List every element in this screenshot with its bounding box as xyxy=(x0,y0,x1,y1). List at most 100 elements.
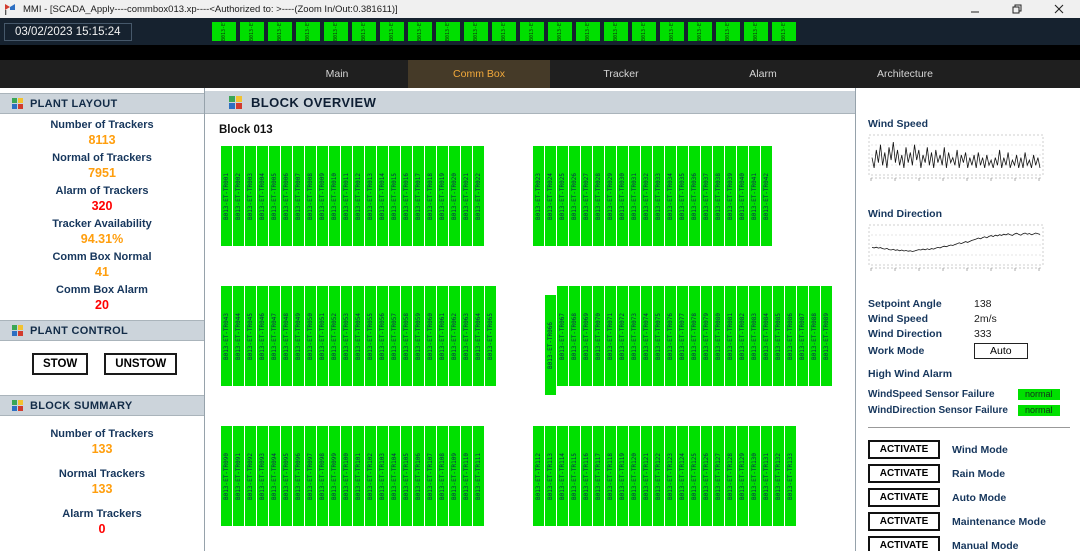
tracker-bar[interactable]: B013-ET-TR064 xyxy=(473,286,484,386)
tracker-bar[interactable]: B013-ET-TR122 xyxy=(653,426,664,526)
tracker-bar[interactable]: B013-ET-TR079 xyxy=(701,286,712,386)
tracker-bar[interactable]: B013-ET-TR025 xyxy=(557,146,568,246)
tracker-bar[interactable]: B013-ET-TR126 xyxy=(701,426,712,526)
tracker-bar[interactable]: B013-ET-TR090 xyxy=(221,426,232,526)
tracker-bar[interactable]: B013-ET-TR072 xyxy=(617,286,628,386)
tracker-bar[interactable]: B013-ET-TR132 xyxy=(773,426,784,526)
tracker-bar[interactable]: B013-ET-TR017 xyxy=(413,146,424,246)
nav-tab[interactable]: Alarm xyxy=(692,60,834,88)
tracker-bar[interactable]: B013-ET-TR076 xyxy=(665,286,676,386)
tracker-bar[interactable]: B013-ET-TR056 xyxy=(377,286,388,386)
tracker-bar[interactable]: B013-ET-TR055 xyxy=(365,286,376,386)
plant-control-button[interactable]: STOW xyxy=(32,353,88,375)
tracker-bar[interactable]: B013-ET-TR097 xyxy=(305,426,316,526)
tracker-bar[interactable]: B013-ET-TR075 xyxy=(653,286,664,386)
tracker-bar[interactable]: B013-ET-TR028 xyxy=(593,146,604,246)
nav-tab[interactable]: Tracker xyxy=(550,60,692,88)
tracker-bar[interactable]: B013-ET-TR114 xyxy=(557,426,568,526)
tracker-bar[interactable]: B013-ET-TR123 xyxy=(665,426,676,526)
tracker-bar[interactable]: B013-ET-TR013 xyxy=(365,146,376,246)
maximize-button[interactable] xyxy=(996,0,1038,18)
tracker-bar[interactable]: B013-ET-TR106 xyxy=(413,426,424,526)
tracker-bar[interactable]: B013-ET-TR019 xyxy=(437,146,448,246)
tracker-bar[interactable]: B013-ET-TR095 xyxy=(281,426,292,526)
tracker-bar[interactable]: B013-ET-TR061 xyxy=(437,286,448,386)
tracker-bar[interactable]: B013-ET-TR074 xyxy=(641,286,652,386)
minimize-button[interactable] xyxy=(954,0,996,18)
tracker-bar[interactable]: B013-ET-TR111 xyxy=(473,426,484,526)
tracker-bar[interactable]: B013-ET-TR022 xyxy=(473,146,484,246)
tracker-bar[interactable]: B013-ET-TR012 xyxy=(353,146,364,246)
tracker-bar[interactable]: B013-ET-TR093 xyxy=(257,426,268,526)
nav-tab[interactable]: Comm Box xyxy=(408,60,550,88)
tracker-bar[interactable]: B013-ET-TR063 xyxy=(461,286,472,386)
tracker-bar[interactable]: B013-ET-TR071 xyxy=(605,286,616,386)
tracker-bar[interactable]: B013-ET-TR125 xyxy=(689,426,700,526)
activate-button[interactable]: ACTIVATE xyxy=(868,512,940,531)
tracker-bar[interactable]: B013-ET-TR092 xyxy=(245,426,256,526)
activate-button[interactable]: ACTIVATE xyxy=(868,488,940,507)
tracker-bar[interactable]: B013-ET-TR045 xyxy=(245,286,256,386)
tracker-bar[interactable]: B013-ET-TR030 xyxy=(617,146,628,246)
activate-button[interactable]: ACTIVATE xyxy=(868,536,940,551)
tracker-bar[interactable]: B013-ET-TR105 xyxy=(401,426,412,526)
nav-tab[interactable]: Main xyxy=(266,60,408,88)
tracker-bar[interactable]: B013-ET-TR103 xyxy=(377,426,388,526)
tracker-bar[interactable]: B013-ET-TR115 xyxy=(569,426,580,526)
tracker-bar[interactable]: B013-ET-TR098 xyxy=(317,426,328,526)
tracker-bar[interactable]: B013-ET-TR049 xyxy=(293,286,304,386)
tracker-bar[interactable]: B013-ET-TR009 xyxy=(317,146,328,246)
tracker-bar[interactable]: B013-ET-TR031 xyxy=(629,146,640,246)
tracker-bar[interactable]: B013-ET-TR039 xyxy=(725,146,736,246)
tracker-bar[interactable]: B013-ET-TR083 xyxy=(749,286,760,386)
tracker-bar[interactable]: B013-ET-TR087 xyxy=(797,286,808,386)
tracker-bar[interactable]: B013-ET-TR121 xyxy=(641,426,652,526)
tracker-bar[interactable]: B013-ET-TR107 xyxy=(425,426,436,526)
tracker-bar[interactable]: B013-ET-TR128 xyxy=(725,426,736,526)
tracker-bar[interactable]: B013-ET-TR102 xyxy=(365,426,376,526)
tracker-bar[interactable]: B013-ET-TR082 xyxy=(737,286,748,386)
tracker-bar[interactable]: B013-ET-TR099 xyxy=(329,426,340,526)
tracker-bar[interactable]: B013-ET-TR057 xyxy=(389,286,400,386)
tracker-bar[interactable]: B013-ET-TR010 xyxy=(329,146,340,246)
tracker-bar[interactable]: B013-ET-TR016 xyxy=(401,146,412,246)
tracker-bar[interactable]: B013-ET-TR007 xyxy=(293,146,304,246)
tracker-bar[interactable]: B013-ET-TR033 xyxy=(653,146,664,246)
tracker-bar[interactable]: B013-ET-TR066 xyxy=(545,295,556,395)
tracker-bar[interactable]: B013-ET-TR118 xyxy=(605,426,616,526)
tracker-bar[interactable]: B013-ET-TR053 xyxy=(341,286,352,386)
tracker-bar[interactable]: B013-ET-TR117 xyxy=(593,426,604,526)
tracker-bar[interactable]: B013-ET-TR096 xyxy=(293,426,304,526)
tracker-bar[interactable]: B013-ET-TR035 xyxy=(677,146,688,246)
tracker-bar[interactable]: B013-ET-TR018 xyxy=(425,146,436,246)
tracker-bar[interactable]: B013-ET-TR080 xyxy=(713,286,724,386)
tracker-bar[interactable]: B013-ET-TR088 xyxy=(809,286,820,386)
tracker-bar[interactable]: B013-ET-TR032 xyxy=(641,146,652,246)
tracker-bar[interactable]: B013-ET-TR011 xyxy=(341,146,352,246)
tracker-bar[interactable]: B013-ET-TR021 xyxy=(461,146,472,246)
nav-tab[interactable]: Architecture xyxy=(834,60,976,88)
activate-button[interactable]: ACTIVATE xyxy=(868,440,940,459)
tracker-bar[interactable]: B013-ET-TR108 xyxy=(437,426,448,526)
tracker-bar[interactable]: B013-ET-TR059 xyxy=(413,286,424,386)
tracker-bar[interactable]: B013-ET-TR085 xyxy=(773,286,784,386)
activate-button[interactable]: ACTIVATE xyxy=(868,464,940,483)
tracker-bar[interactable]: B013-ET-TR110 xyxy=(461,426,472,526)
tracker-bar[interactable]: B013-ET-TR034 xyxy=(665,146,676,246)
tracker-bar[interactable]: B013-ET-TR044 xyxy=(233,286,244,386)
tracker-bar[interactable]: B013-ET-TR129 xyxy=(737,426,748,526)
tracker-bar[interactable]: B013-ET-TR003 xyxy=(245,146,256,246)
tracker-bar[interactable]: B013-ET-TR078 xyxy=(689,286,700,386)
tracker-bar[interactable]: B013-ET-TR046 xyxy=(257,286,268,386)
tracker-bar[interactable]: B013-ET-TR040 xyxy=(737,146,748,246)
tracker-bar[interactable]: B013-ET-TR027 xyxy=(581,146,592,246)
tracker-bar[interactable]: B013-ET-TR052 xyxy=(329,286,340,386)
tracker-bar[interactable]: B013-ET-TR051 xyxy=(317,286,328,386)
tracker-bar[interactable]: B013-ET-TR048 xyxy=(281,286,292,386)
tracker-bar[interactable]: B013-ET-TR089 xyxy=(821,286,832,386)
tracker-bar[interactable]: B013-ET-TR062 xyxy=(449,286,460,386)
tracker-bar[interactable]: B013-ET-TR036 xyxy=(689,146,700,246)
tracker-bar[interactable]: B013-ET-TR094 xyxy=(269,426,280,526)
tracker-bar[interactable]: B013-ET-TR091 xyxy=(233,426,244,526)
tracker-bar[interactable]: B013-ET-TR133 xyxy=(785,426,796,526)
